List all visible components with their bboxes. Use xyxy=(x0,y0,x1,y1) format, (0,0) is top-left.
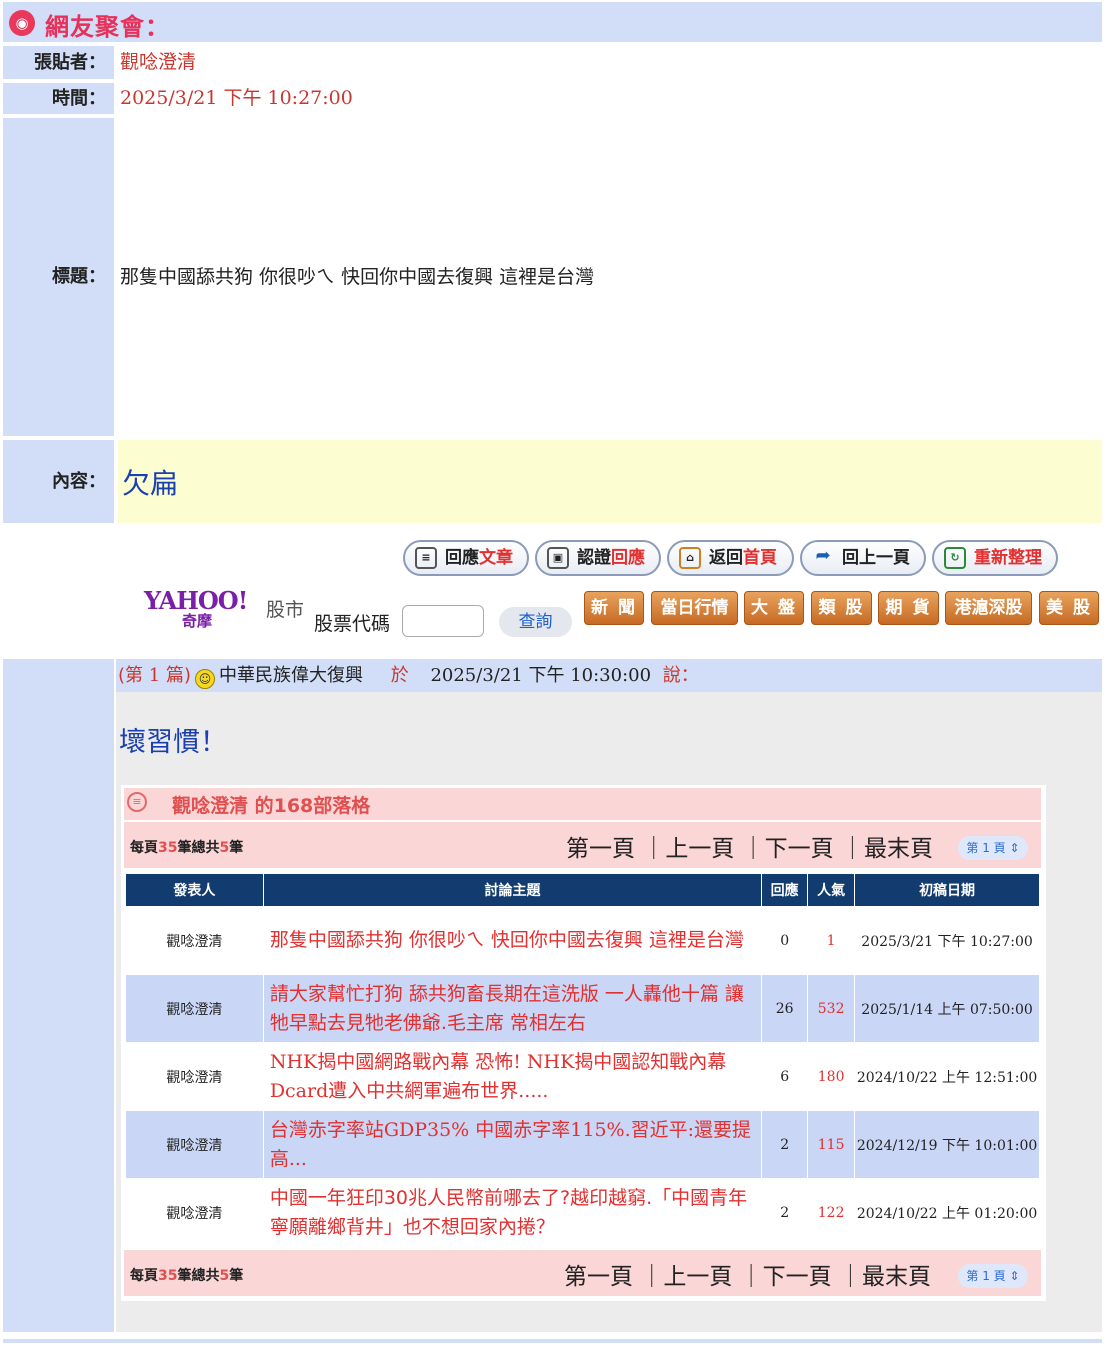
stock-code-label: 股票代碼 xyxy=(314,613,391,635)
per-page-info: 每頁35筆總共5筆 xyxy=(130,1268,244,1284)
next-page-link[interactable]: 下一頁 xyxy=(763,1264,832,1290)
poster-label: 張貼者： xyxy=(3,46,114,79)
forum-header: ◉ 網友聚會： xyxy=(3,2,1102,42)
table-row: 觀唸澄清 台灣赤字率站GDP35% 中國赤字率115%.習近平:還要提高... … xyxy=(125,1110,1040,1179)
reply-author[interactable]: 中華民族偉大復興 xyxy=(219,665,363,686)
blog-title[interactable]: 觀唸澄清 的168部落格 xyxy=(172,791,370,818)
bottom-divider xyxy=(3,1339,1102,1343)
reply-body: 壞習慣！ xyxy=(119,727,227,758)
poster-name: 觀唸澄清 xyxy=(120,51,197,73)
post-content: 欠扁 xyxy=(122,467,179,500)
stock-futures-button[interactable]: 期 貨 xyxy=(878,591,939,625)
col-views: 人氣 xyxy=(807,873,856,907)
table-row: 觀唸澄清 那隻中國舔共狗 你很吵ㄟ 快回你中國去復興 這裡是台灣 0 1 202… xyxy=(125,906,1040,975)
row-date: 2024/10/22 上午 01:20:00 xyxy=(854,1178,1040,1247)
row-views: 115 xyxy=(807,1110,856,1179)
reply-time: 2025/3/21 下午 10:30:00 xyxy=(430,665,652,686)
time-label: 時間： xyxy=(3,83,114,114)
prev-page-link[interactable]: 上一頁 xyxy=(665,836,734,862)
row-replies: 6 xyxy=(761,1042,809,1111)
col-replies: 回應 xyxy=(761,873,809,907)
verify-reply-button[interactable]: ▣ 認證回應 xyxy=(535,540,661,576)
stock-us-button[interactable]: 美 股 xyxy=(1039,591,1099,625)
row-views: 1 xyxy=(807,906,856,975)
post-time: 2025/3/21 下午 10:27:00 xyxy=(120,87,353,109)
table-row: 觀唸澄清 NHK揭中國網路戰內幕 恐怖! NHK揭中國認知戰內幕 Dcard遭入… xyxy=(125,1042,1040,1111)
stock-market-button[interactable]: 大 盤 xyxy=(744,591,804,625)
col-author: 發表人 xyxy=(125,873,264,907)
stock-code-input[interactable] xyxy=(402,605,484,637)
col-date: 初稿日期 xyxy=(854,873,1040,907)
row-views: 532 xyxy=(807,974,856,1043)
stock-category-button[interactable]: 類 股 xyxy=(811,591,872,625)
chevron-updown-icon: ⇕ xyxy=(1009,1269,1020,1283)
reply-article-button[interactable]: ≡ 回應文章 xyxy=(403,540,529,576)
page-select[interactable]: 第 1 頁 ⇕ xyxy=(958,1264,1028,1288)
post-subject: 那隻中國舔共狗 你很吵ㄟ 快回你中國去復興 這裡是台灣 xyxy=(120,266,595,288)
row-topic[interactable]: 台灣赤字率站GDP35% 中國赤字率115%.習近平:還要提高... xyxy=(262,1110,763,1179)
home-icon: ⌂ xyxy=(679,547,701,569)
refresh-icon: ↻ xyxy=(944,547,966,569)
document-icon: ≡ xyxy=(415,547,437,569)
row-replies: 2 xyxy=(761,1110,809,1179)
smiley-icon: ☺ xyxy=(194,669,215,689)
forum-title: 網友聚會： xyxy=(45,13,170,41)
prev-page-link[interactable]: 上一頁 xyxy=(663,1264,732,1290)
stock-market-label: 股市 xyxy=(266,599,305,621)
row-topic[interactable]: 那隻中國舔共狗 你很吵ㄟ 快回你中國去復興 這裡是台灣 xyxy=(262,906,763,975)
back-button[interactable]: ➦ 回上一頁 xyxy=(800,540,926,576)
table-row: 觀唸澄清 請大家幫忙打狗 舔共狗畜長期在這洗版 一人轟他十篇 讓牠早點去見牠老佛… xyxy=(125,974,1040,1043)
row-date: 2024/12/19 下午 10:01:00 xyxy=(854,1110,1040,1179)
reply-header: (第 1 篇) ☺ 中華民族偉大復興 於 2025/3/21 下午 10:30:00… xyxy=(116,659,1102,692)
blog-table: 發表人 討論主題 回應 人氣 初稿日期 觀唸澄清 那隻中國舔共狗 你很吵ㄟ 快回… xyxy=(125,873,1040,1247)
table-header: 發表人 討論主題 回應 人氣 初稿日期 xyxy=(125,873,1040,907)
row-views: 122 xyxy=(807,1178,856,1247)
per-page-info: 每頁35筆總共5筆 xyxy=(130,840,244,856)
stock-daily-button[interactable]: 當日行情 xyxy=(651,591,738,625)
row-views: 180 xyxy=(807,1042,856,1111)
blog-title-bar: ≡ 觀唸澄清 的168部落格 xyxy=(124,788,1041,820)
reply-left-column xyxy=(3,659,114,1332)
last-page-link[interactable]: 最末頁 xyxy=(864,836,933,862)
row-author[interactable]: 觀唸澄清 xyxy=(125,974,264,1043)
first-page-link[interactable]: 第一頁 xyxy=(566,836,635,862)
blog-icon: ≡ xyxy=(127,792,147,812)
row-topic[interactable]: 請大家幫忙打狗 舔共狗畜長期在這洗版 一人轟他十篇 讓牠早點去見牠老佛爺.毛主席… xyxy=(262,974,763,1043)
row-author[interactable]: 觀唸澄清 xyxy=(125,906,264,975)
row-date: 2025/1/14 上午 07:50:00 xyxy=(854,974,1040,1043)
content-area: 欠扁 xyxy=(118,440,1102,523)
people-icon: ◉ xyxy=(9,10,35,36)
row-date: 2025/3/21 下午 10:27:00 xyxy=(854,906,1040,975)
home-button[interactable]: ⌂ 返回首頁 xyxy=(667,540,794,576)
subject-label: 標題： xyxy=(3,118,114,436)
row-replies: 26 xyxy=(761,974,809,1043)
stock-query-button[interactable]: 查詢 xyxy=(499,607,572,637)
row-author[interactable]: 觀唸澄清 xyxy=(125,1042,264,1111)
refresh-button[interactable]: ↻ 重新整理 xyxy=(932,540,1058,576)
first-page-link[interactable]: 第一頁 xyxy=(564,1264,633,1290)
col-topic: 討論主題 xyxy=(262,873,763,907)
pager-bottom: 每頁35筆總共5筆 第一頁 ｜上一頁 ｜下一頁 ｜最末頁 第 1 頁 ⇕ xyxy=(124,1250,1041,1296)
pager-top: 每頁35筆總共5筆 第一頁 ｜上一頁 ｜下一頁 ｜最末頁 第 1 頁 ⇕ xyxy=(124,822,1041,868)
row-replies: 0 xyxy=(761,906,809,975)
last-page-link[interactable]: 最末頁 xyxy=(862,1264,931,1290)
stock-hk-button[interactable]: 港滬深股 xyxy=(945,591,1032,625)
row-date: 2024/10/22 上午 12:51:00 xyxy=(854,1042,1040,1111)
lock-icon: ▣ xyxy=(547,547,569,569)
row-topic[interactable]: 中國一年狂印30兆人民幣前哪去了?越印越窮.「中國青年寧願離鄉背井」也不想回家內… xyxy=(262,1178,763,1247)
row-author[interactable]: 觀唸澄清 xyxy=(125,1110,264,1179)
page-select[interactable]: 第 1 頁 ⇕ xyxy=(958,836,1028,860)
row-author[interactable]: 觀唸澄清 xyxy=(125,1178,264,1247)
back-arrow-icon: ➦ xyxy=(815,545,831,566)
table-row: 觀唸澄清 中國一年狂印30兆人民幣前哪去了?越印越窮.「中國青年寧願離鄉背井」也… xyxy=(125,1178,1040,1247)
row-topic[interactable]: NHK揭中國網路戰內幕 恐怖! NHK揭中國認知戰內幕 Dcard遭入中共網軍遍… xyxy=(262,1042,763,1111)
row-replies: 2 xyxy=(761,1178,809,1247)
content-label: 內容： xyxy=(3,440,114,523)
stock-news-button[interactable]: 新 聞 xyxy=(584,591,644,625)
yahoo-logo[interactable]: YAHOO! 奇摩 xyxy=(144,588,248,629)
next-page-link[interactable]: 下一頁 xyxy=(765,836,834,862)
chevron-updown-icon: ⇕ xyxy=(1009,841,1020,855)
